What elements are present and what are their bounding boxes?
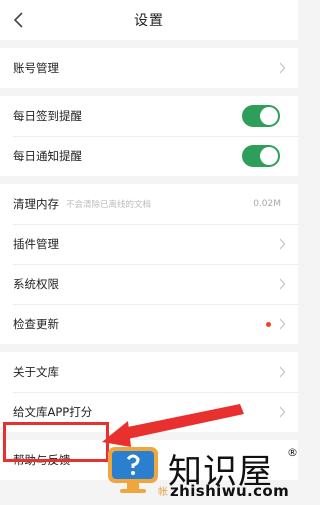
- account-group: 账号管理: [0, 48, 298, 88]
- registered-mark: ®: [287, 446, 298, 459]
- row-label: 每日通知提醒: [13, 149, 82, 163]
- back-chevron-icon[interactable]: [8, 9, 30, 31]
- update-badge-dot: [266, 321, 271, 327]
- top-bar: 设置: [0, 0, 298, 40]
- settings-row-about[interactable]: 关于文库: [0, 352, 298, 392]
- checkin-reminder-toggle[interactable]: [242, 105, 280, 127]
- row-label: 每日签到提醒: [13, 109, 82, 123]
- notify-reminder-toggle[interactable]: [242, 145, 280, 167]
- watermark-partial-text: 帐: [158, 487, 168, 498]
- about-group: 关于文库 给文库APP打分: [0, 352, 298, 432]
- row-sublabel: 不会清除已离线的文档: [66, 200, 152, 210]
- row-label: 账号管理: [13, 61, 59, 75]
- chevron-right-icon: [279, 238, 286, 250]
- watermark: 帐 知识屋 ® zhishiwu.com: [100, 444, 298, 505]
- row-label: 给文库APP打分: [13, 405, 93, 419]
- settings-row-plugins[interactable]: 插件管理: [0, 224, 298, 264]
- settings-row-check-update[interactable]: 检查更新: [0, 304, 298, 344]
- cache-size-value: 0.02M: [253, 199, 281, 209]
- settings-row-permissions[interactable]: 系统权限: [0, 264, 298, 304]
- row-label: 关于文库: [13, 365, 59, 379]
- chevron-right-icon: [279, 366, 286, 378]
- annotation-highlight-box: [3, 422, 109, 462]
- row-label: 插件管理: [13, 237, 59, 251]
- settings-row-notify-reminder: 每日通知提醒: [0, 136, 298, 176]
- settings-row-account[interactable]: 账号管理: [0, 48, 298, 88]
- system-group: 清理内存 不会清除已离线的文档 0.02M 插件管理 系统权限 检查更新: [0, 184, 298, 344]
- reminder-group: 每日签到提醒 每日通知提醒: [0, 96, 298, 176]
- toggle-knob: [260, 107, 278, 125]
- settings-row-checkin-reminder: 每日签到提醒: [0, 96, 298, 136]
- settings-row-clear-memory[interactable]: 清理内存 不会清除已离线的文档 0.02M: [0, 184, 298, 224]
- row-label: 清理内存: [13, 197, 59, 211]
- watermark-url: zhishiwu.com: [170, 482, 290, 500]
- row-label: 检查更新: [13, 317, 59, 331]
- chevron-right-icon: [279, 278, 286, 290]
- page-title: 设置: [134, 13, 164, 29]
- toggle-knob: [260, 147, 278, 165]
- chevron-right-icon: [279, 318, 286, 330]
- chevron-right-icon: [279, 406, 286, 418]
- chevron-right-icon: [279, 62, 286, 74]
- monitor-help-logo-icon: [108, 447, 158, 493]
- row-label: 系统权限: [13, 277, 59, 291]
